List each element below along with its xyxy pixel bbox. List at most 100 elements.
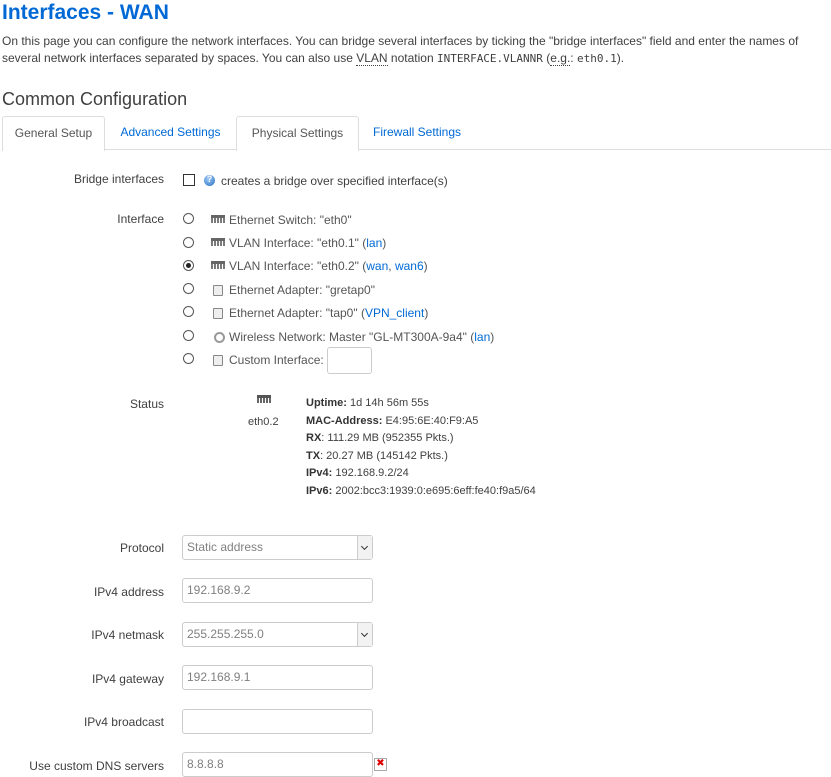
wireless-icon	[211, 331, 225, 343]
custom-interface-input[interactable]	[326, 347, 372, 375]
rx-value: : 111.29 MB (952355 Pkts.)	[321, 432, 454, 444]
interface-label: Interface	[117, 212, 164, 226]
ipv4-gateway-label: IPv4 gateway	[91, 672, 164, 686]
interface-radio-gretap0[interactable]	[183, 283, 194, 294]
vlan-notation-code: INTERFACE.VLANNR	[436, 52, 543, 65]
custom-dns-value: 8.8.8.8	[187, 757, 224, 771]
custom-interface-icon	[211, 354, 225, 366]
interface-radio-tap0[interactable]	[183, 306, 194, 317]
interface-option-text: Ethernet Adapter: "gretap0"	[229, 283, 375, 297]
interface-option-tap0: Ethernet Adapter: "tap0" (VPN_client)	[211, 306, 428, 322]
page-description: On this page you can configure the netwo…	[2, 33, 831, 67]
tab-physical-settings[interactable]: Physical Settings	[236, 116, 359, 151]
ethernet-adapter-icon	[211, 284, 225, 296]
status-label: Status	[129, 397, 164, 411]
tab-general-setup[interactable]: General Setup	[2, 116, 105, 151]
network-link-wan6[interactable]: wan6	[395, 259, 424, 273]
ipv4-netmask-label: IPv4 netmask	[91, 628, 164, 642]
interface-option-text: Ethernet Switch: "eth0"	[229, 213, 352, 227]
bridge-interfaces-checkbox[interactable]	[183, 174, 195, 186]
ipv6-label: IPv6:	[306, 484, 333, 497]
ipv4-netmask-select[interactable]: 255.255.255.0	[182, 622, 373, 647]
ipv4-gateway-input[interactable]: 192.168.9.1	[182, 665, 373, 690]
example-code: eth0.1	[576, 52, 617, 65]
interface-option-text: Wireless Network: Master "GL-MT300A-9a4"	[229, 330, 471, 344]
interface-option-wireless: Wireless Network: Master "GL-MT300A-9a4"…	[211, 330, 494, 346]
ethernet-port-icon	[211, 238, 225, 246]
interface-radio-eth0-2[interactable]	[183, 260, 194, 271]
status-rx: RX: 111.29 MB (952355 Pkts.)	[306, 430, 536, 448]
ipv4-broadcast-input[interactable]	[182, 709, 373, 734]
interface-option-custom: Custom Interface:	[211, 346, 372, 375]
desc-text-2: notation	[387, 51, 437, 65]
ipv4-label: IPv4:	[306, 467, 333, 479]
protocol-select[interactable]: Static address	[182, 535, 373, 560]
interface-radio-wireless[interactable]	[183, 330, 194, 341]
network-link-lan[interactable]: lan	[474, 330, 490, 344]
desc-text-5: ).	[616, 51, 625, 65]
mac-value: E4:95:6E:40:F9:A5	[382, 414, 479, 427]
tx-value: : 20.27 MB (145142 Pkts.)	[320, 449, 448, 462]
help-icon	[204, 174, 215, 186]
remove-icon[interactable]: ✖	[374, 758, 387, 771]
paren-close: )	[423, 259, 428, 273]
ipv4-address-value: 192.168.9.2	[187, 583, 251, 597]
uptime-label: Uptime:	[306, 397, 347, 409]
protocol-value: Static address	[187, 540, 264, 554]
interface-option-eth0-2: VLAN Interface: "eth0.2" (wan, wan6)	[211, 259, 428, 275]
interface-option-eth0-1: VLAN Interface: "eth0.1" (lan)	[211, 236, 386, 252]
ipv4-gateway-value: 192.168.9.1	[187, 670, 251, 684]
ipv6-value: 2002:bcc3:1939:0:e695:6eff:fe40:f9a5/64	[332, 484, 536, 497]
network-link-lan[interactable]: lan	[366, 236, 382, 250]
interface-option-text: Ethernet Adapter: "tap0"	[229, 306, 361, 320]
status-ipv4: IPv4: 192.168.9.2/24	[306, 465, 536, 483]
network-link-wan[interactable]: wan	[366, 259, 388, 273]
tab-advanced-settings[interactable]: Advanced Settings	[110, 116, 231, 149]
chevron-down-icon	[357, 536, 372, 559]
status-ipv6: IPv6: 2002:bcc3:1939:0:e695:6eff:fe40:f9…	[306, 483, 536, 501]
interface-option-text: VLAN Interface: "eth0.2"	[229, 259, 363, 273]
rx-label: RX	[306, 432, 322, 444]
paren-close: )	[490, 330, 495, 344]
interface-radio-custom[interactable]	[183, 353, 194, 364]
status-tx: TX: 20.27 MB (145142 Pkts.)	[306, 448, 536, 466]
status-details: Uptime: 1d 14h 56m 55s MAC-Address: E4:9…	[306, 395, 536, 500]
tab-bar: General Setup Advanced Settings Physical…	[2, 116, 831, 151]
uptime-value: 1d 14h 56m 55s	[346, 397, 429, 409]
paren-close: )	[424, 306, 429, 320]
vlan-abbr: VLAN	[356, 51, 388, 66]
ipv4-address-input[interactable]: 192.168.9.2	[182, 578, 373, 603]
bridge-interfaces-label: Bridge interfaces	[73, 172, 164, 186]
interface-option-text: Custom Interface:	[229, 353, 324, 367]
link-separator: ,	[388, 259, 395, 273]
interface-radio-eth0[interactable]	[183, 213, 194, 224]
custom-dns-input[interactable]: 8.8.8.8	[182, 752, 373, 777]
eg-abbr: e.g.	[550, 51, 571, 66]
ipv4-value: 192.168.9.2/24	[332, 467, 409, 479]
status-mac: MAC-Address: E4:95:6E:40:F9:A5	[306, 413, 536, 431]
bridge-interfaces-hint: creates a bridge over specified interfac…	[221, 174, 448, 188]
page-title: Interfaces - WAN	[2, 1, 169, 24]
tab-bar-divider	[2, 149, 831, 150]
interface-option-gretap0: Ethernet Adapter: "gretap0"	[211, 283, 375, 299]
ethernet-switch-icon	[211, 215, 225, 223]
ipv4-netmask-value: 255.255.255.0	[187, 627, 264, 641]
section-title: Common Configuration	[2, 89, 188, 109]
status-uptime: Uptime: 1d 14h 56m 55s	[306, 395, 536, 413]
interface-radio-eth0-1[interactable]	[183, 237, 194, 248]
tx-label: TX	[306, 449, 321, 462]
ipv4-address-label: IPv4 address	[93, 585, 164, 599]
mac-label: MAC-Address:	[306, 414, 383, 427]
custom-dns-label: Use custom DNS servers	[29, 759, 164, 773]
ethernet-adapter-icon	[211, 307, 225, 319]
ethernet-port-icon	[257, 395, 271, 403]
desc-text-4: :	[570, 51, 577, 65]
protocol-label: Protocol	[119, 541, 164, 555]
network-link-vpn-client[interactable]: VPN_client	[365, 306, 424, 320]
ethernet-port-icon	[211, 261, 225, 269]
interface-option-eth0: Ethernet Switch: "eth0"	[211, 213, 352, 229]
tab-firewall-settings[interactable]: Firewall Settings	[361, 116, 473, 149]
status-device-name: eth0.2	[248, 416, 279, 428]
interface-option-text: VLAN Interface: "eth0.1"	[229, 236, 363, 250]
chevron-down-icon	[357, 623, 372, 646]
